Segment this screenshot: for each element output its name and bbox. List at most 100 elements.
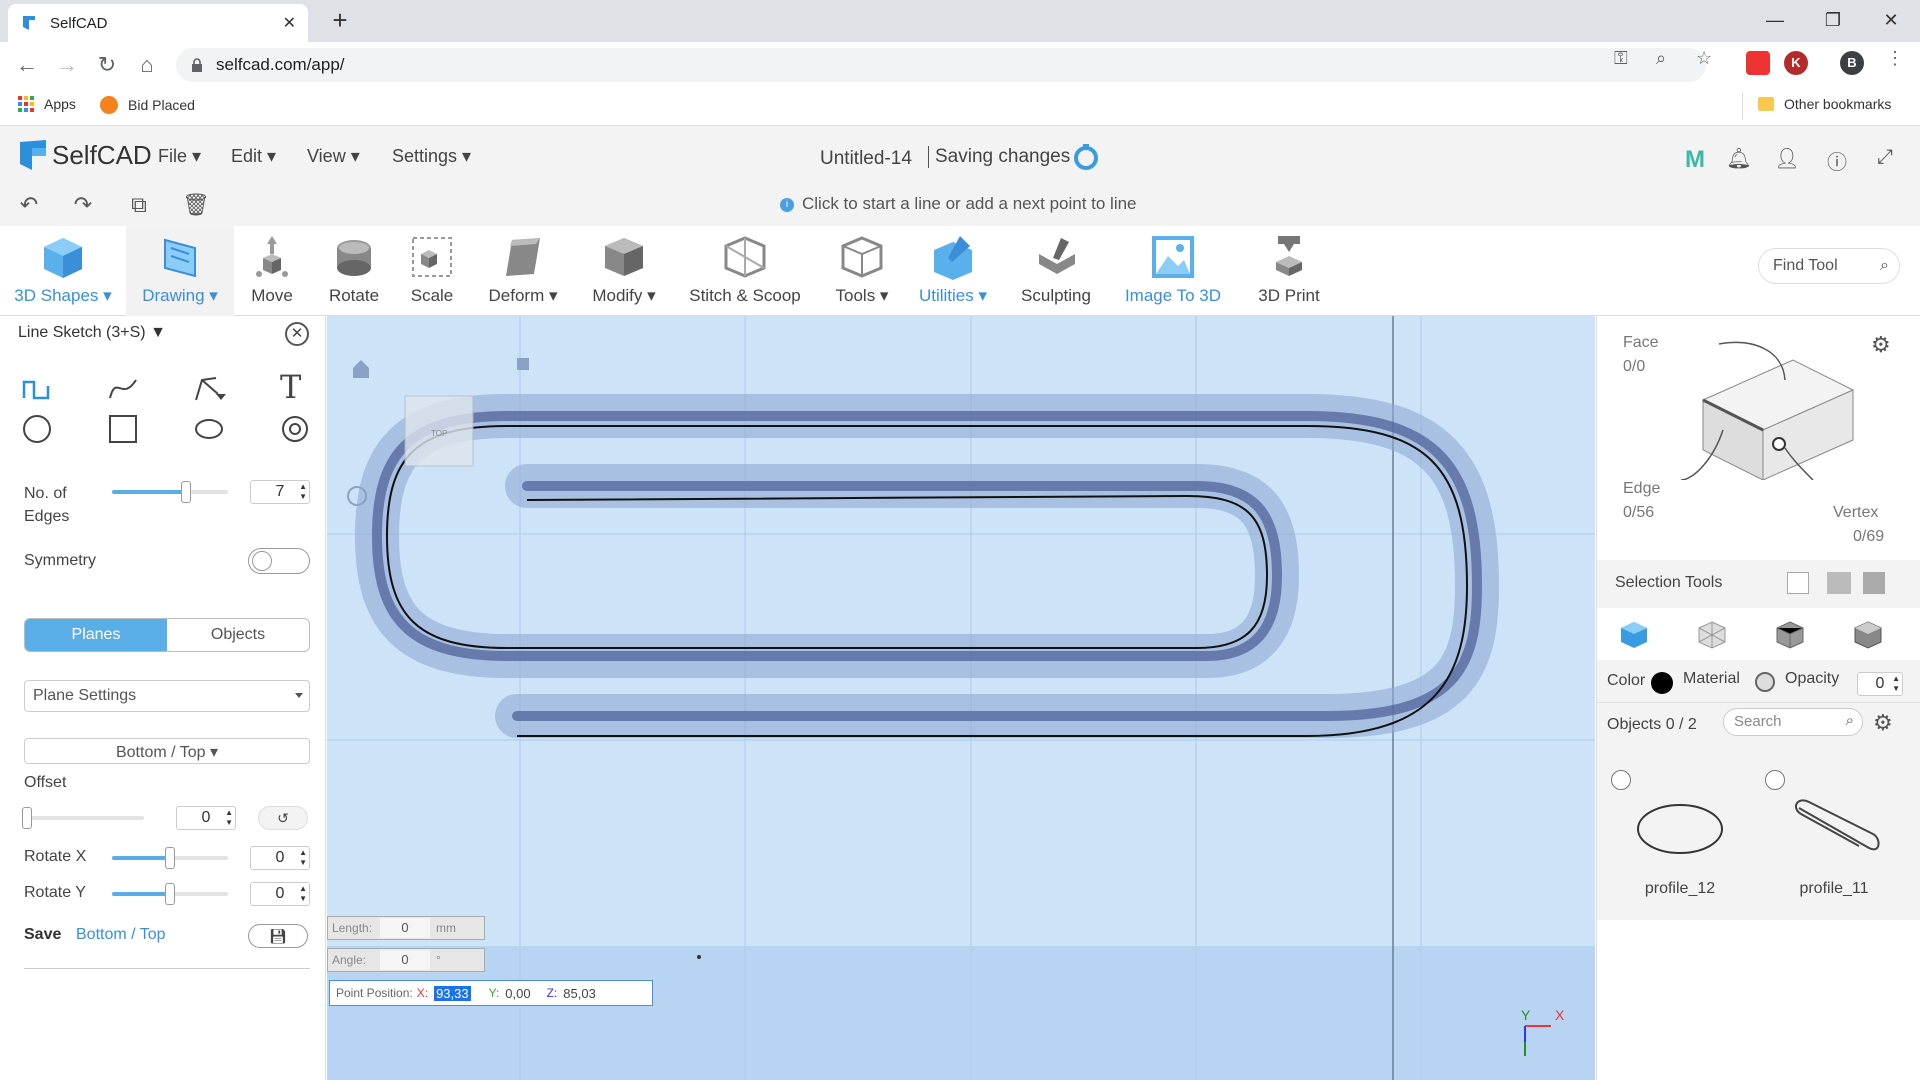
edges-stepper[interactable]: 7 ▲ ▼ (250, 480, 310, 504)
point-position-field[interactable]: Point Position: X: 93,33 Y: 0,00 Z: 85,0… (329, 980, 653, 1006)
tool-3d-print[interactable]: 3D Print (1248, 226, 1330, 316)
offset-stepper[interactable]: 0 ▲ ▼ (176, 806, 236, 830)
tool-move[interactable]: Move (236, 226, 308, 316)
paint-select-icon[interactable] (1827, 572, 1851, 594)
extension-icon[interactable] (1746, 51, 1770, 75)
circle-tool-icon[interactable] (20, 412, 54, 446)
bookmark-apps[interactable]: Apps (18, 96, 76, 112)
bell-icon[interactable]: 🔔︎ (1726, 146, 1752, 172)
home-view-icon[interactable] (353, 360, 369, 378)
pen-tool-icon[interactable] (192, 372, 226, 406)
plane-select-dropdown[interactable]: Bottom / Top ▾ (24, 738, 310, 764)
browser-tab[interactable]: SelfCAD ✕ (8, 4, 308, 42)
object-checkbox[interactable] (1765, 770, 1785, 790)
document-title[interactable]: Untitled-14 (820, 148, 912, 170)
forward-icon[interactable]: → (52, 50, 82, 80)
home-icon[interactable]: ⌂ (132, 50, 162, 80)
tool-modify[interactable]: Modify ▾ (580, 226, 668, 316)
m-logo-icon[interactable]: M (1682, 146, 1708, 173)
symmetry-toggle[interactable] (248, 548, 310, 574)
close-window-icon[interactable]: ✕ (1862, 0, 1920, 42)
objects-search-input[interactable]: Search ⌕ (1723, 708, 1863, 736)
menu-edit[interactable]: Edit ▾ (231, 146, 276, 167)
rotate-y-slider-knob[interactable] (165, 883, 175, 905)
redo-icon[interactable]: ↷ (70, 192, 96, 218)
browser-menu-icon[interactable]: ⋮ (1886, 48, 1904, 69)
bookmark-other[interactable]: Other bookmarks (1758, 96, 1891, 112)
bookmark-bid-placed[interactable]: Bid Placed (100, 96, 195, 114)
ellipse-tool-icon[interactable] (192, 412, 226, 446)
plane-settings-dropdown[interactable]: Plane Settings (24, 680, 310, 712)
offset-slider[interactable] (22, 807, 144, 829)
length-value[interactable]: 0 (380, 918, 430, 938)
selection-mode-cube[interactable] (1673, 330, 1873, 480)
fullscreen-icon[interactable]: ⤢ (1872, 146, 1898, 172)
material-swatch-icon[interactable] (1755, 672, 1775, 692)
close-tab-icon[interactable]: ✕ (283, 13, 296, 33)
save-plane-link[interactable]: Bottom / Top (76, 926, 166, 944)
box-select-icon[interactable] (1787, 572, 1809, 594)
object-checkbox[interactable] (1611, 770, 1631, 790)
x-value-input[interactable]: 93,33 (434, 985, 471, 1001)
tool-scale[interactable]: Scale (396, 226, 468, 316)
url-field[interactable]: selfcad.com/app/ (176, 48, 1706, 82)
3d-viewport[interactable]: TOP Y X Length: 0 mm Angle: 0 ° Point Po… (327, 316, 1595, 1080)
color-swatch[interactable] (1651, 672, 1673, 694)
object-card-profile-11[interactable]: profile_11 (1759, 764, 1909, 904)
pan-handle-icon[interactable] (517, 358, 529, 370)
edges-slider[interactable] (112, 481, 228, 503)
planes-tab[interactable]: Planes (25, 619, 167, 651)
info-icon[interactable]: ⓘ (1824, 146, 1850, 174)
z-value-input[interactable]: 85,03 (563, 986, 596, 1001)
gear-icon[interactable]: ⚙ (1871, 332, 1891, 358)
back-icon[interactable]: ← (12, 50, 42, 80)
delete-icon[interactable]: 🗑︎ (182, 192, 210, 218)
close-panel-button[interactable]: ✕ (285, 322, 309, 346)
y-value-input[interactable]: 0,00 (505, 986, 530, 1001)
offset-slider-knob[interactable] (22, 807, 32, 829)
objects-gear-icon[interactable]: ⚙ (1873, 710, 1893, 736)
tool-3d-shapes[interactable]: 3D Shapes ▾ (4, 226, 122, 316)
tool-stitch-scoop[interactable]: Stitch & Scoop (686, 226, 804, 316)
reload-icon[interactable]: ↻ (92, 50, 122, 80)
menu-file[interactable]: File ▾ (158, 146, 201, 167)
curve-tool-icon[interactable] (106, 372, 140, 406)
tool-deform[interactable]: Deform ▾ (478, 226, 568, 316)
select-all-icon[interactable] (1863, 572, 1885, 594)
tool-image-to-3d[interactable]: Image To 3D (1118, 226, 1228, 316)
object-card-profile-12[interactable]: profile_12 (1605, 764, 1755, 904)
object-mode-icon[interactable] (1619, 620, 1649, 650)
star-icon[interactable]: ☆ (1696, 48, 1712, 69)
rotate-x-slider[interactable] (112, 847, 228, 869)
new-tab-button[interactable]: + (326, 6, 354, 34)
objects-tab[interactable]: Objects (167, 619, 309, 651)
extension-k-icon[interactable]: K (1784, 51, 1808, 75)
user-icon[interactable]: 👤︎ (1774, 146, 1800, 172)
edges-slider-knob[interactable] (181, 481, 191, 503)
tool-tools[interactable]: Tools ▾ (820, 226, 904, 316)
menu-settings[interactable]: Settings ▾ (392, 146, 471, 167)
restore-icon[interactable]: ❐ (1804, 0, 1862, 42)
vertex-mode-icon[interactable] (1853, 620, 1883, 650)
ring-tool-icon[interactable] (278, 412, 312, 446)
angle-field[interactable]: Angle: 0 ° (327, 948, 485, 972)
rotate-x-stepper[interactable]: 0 ▲ ▼ (250, 846, 310, 870)
viewport-canvas[interactable]: TOP Y X (327, 316, 1595, 1080)
copy-icon[interactable]: ⧉ (126, 192, 152, 218)
tool-drawing[interactable]: Drawing ▾ (126, 226, 234, 316)
face-mode-icon[interactable] (1697, 620, 1727, 650)
rotate-x-slider-knob[interactable] (165, 847, 175, 869)
offset-reset-button[interactable]: ↺ (258, 806, 308, 830)
polyline-tool-icon[interactable] (20, 372, 54, 406)
text-tool-icon[interactable]: T (280, 368, 301, 406)
find-tool-input[interactable]: Find Tool ⌕ (1758, 248, 1900, 284)
length-field[interactable]: Length: 0 mm (327, 916, 485, 940)
zoom-icon[interactable]: ⌕ (1656, 48, 1666, 69)
minimize-icon[interactable]: — (1746, 0, 1804, 42)
rotate-y-stepper[interactable]: 0 ▲ ▼ (250, 882, 310, 906)
tool-utilities[interactable]: Utilities ▾ (914, 226, 992, 316)
save-plane-button[interactable]: 💾︎ (248, 924, 308, 948)
profile-avatar[interactable]: B (1840, 51, 1864, 75)
tool-rotate[interactable]: Rotate (318, 226, 390, 316)
opacity-stepper[interactable]: 0 ▲ ▼ (1857, 672, 1903, 696)
